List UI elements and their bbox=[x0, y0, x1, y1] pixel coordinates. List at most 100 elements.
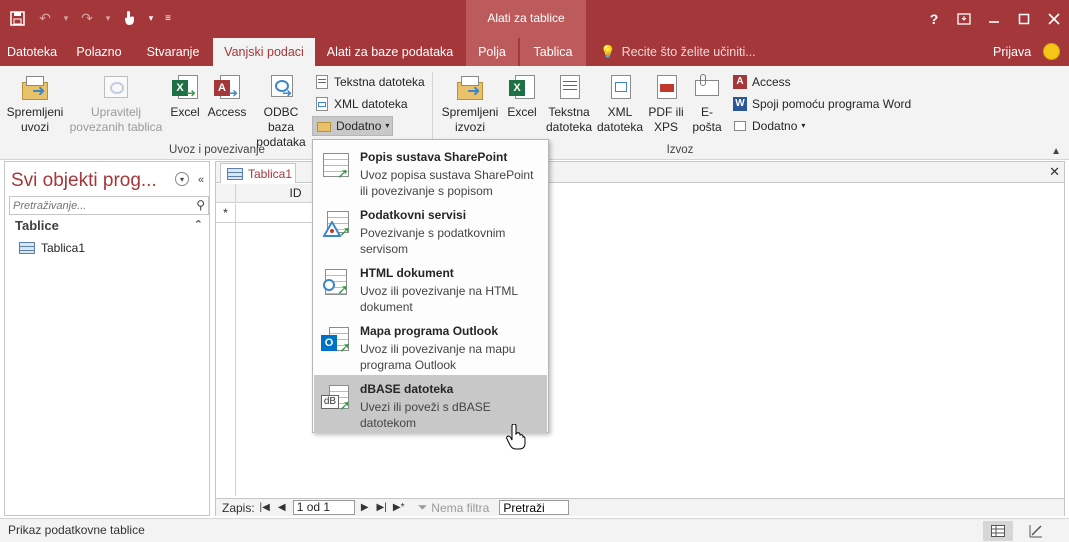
nav-menu-chevron-icon[interactable]: ▾ bbox=[175, 172, 189, 186]
row-selector-column bbox=[216, 223, 236, 496]
tab-fields[interactable]: Polja bbox=[466, 38, 518, 66]
export-pdf-label: PDF ili XPS bbox=[648, 105, 684, 134]
export-text-file-button[interactable]: Tekstna datoteka bbox=[544, 72, 594, 135]
ribbon-display-options-button[interactable] bbox=[949, 0, 979, 38]
excel-icon: X ➜ bbox=[170, 72, 200, 102]
collapse-group-icon[interactable]: ⌃ bbox=[194, 218, 203, 231]
text-file-icon bbox=[314, 74, 330, 90]
tab-database-tools[interactable]: Alati za baze podataka bbox=[318, 38, 462, 66]
navigation-search-input[interactable] bbox=[10, 197, 186, 214]
status-text: Prikaz podatkovne tablice bbox=[8, 523, 145, 537]
redo-icon[interactable]: ↷ bbox=[76, 8, 98, 28]
pdf-icon bbox=[651, 72, 681, 102]
touch-mode-icon[interactable] bbox=[118, 8, 140, 28]
export-email-label: E-pošta bbox=[692, 105, 722, 134]
undo-icon[interactable]: ↶ bbox=[34, 8, 56, 28]
collapse-pane-icon[interactable]: « bbox=[193, 172, 209, 188]
menu-item-data-services[interactable]: ➚ Podatkovni servisi Povezivanje s podat… bbox=[314, 201, 547, 259]
close-button[interactable] bbox=[1039, 0, 1069, 38]
help-button[interactable]: ? bbox=[919, 0, 949, 38]
nav-group-tables[interactable]: Tablice ⌃ bbox=[15, 218, 205, 236]
saved-exports-icon: ➜ bbox=[455, 72, 485, 102]
export-xml-button[interactable]: XML datoteka bbox=[596, 72, 644, 135]
quick-access-toolbar: ↶ ▾ ↷ ▾ ▾ ≡ bbox=[6, 8, 174, 28]
close-document-icon[interactable]: ✕ bbox=[1049, 164, 1060, 180]
touch-dropdown-icon[interactable]: ▾ bbox=[146, 8, 156, 28]
import-group-label: Uvoz i povezivanje bbox=[169, 144, 265, 156]
undo-dropdown-icon[interactable]: ▾ bbox=[62, 8, 70, 28]
menu-item-title: Popis sustava SharePoint bbox=[360, 150, 508, 164]
table-icon bbox=[227, 167, 243, 180]
first-record-icon[interactable]: |◀ bbox=[258, 502, 272, 513]
nav-item-table[interactable]: Tablica1 bbox=[19, 240, 85, 256]
tab-home[interactable]: Polazno bbox=[66, 38, 132, 66]
feedback-smiley-icon[interactable] bbox=[1043, 43, 1060, 60]
export-xml-icon bbox=[605, 72, 635, 102]
collapse-ribbon-icon[interactable]: ▲ bbox=[1051, 146, 1061, 157]
menu-item-sharepoint-list[interactable]: ➚ Popis sustava SharePoint Uvoz popisa s… bbox=[314, 143, 547, 201]
ribbon-tabs: Datoteka Polazno Stvaranje Vanjski podac… bbox=[0, 38, 1069, 66]
filter-indicator[interactable]: ⏷ Nema filtra bbox=[418, 500, 490, 515]
hand-cursor-icon bbox=[506, 424, 526, 450]
tell-me-box[interactable]: 💡 Recite što želite učiniti... bbox=[600, 38, 756, 66]
linked-table-manager-button[interactable]: Upravitelj povezanih tablica bbox=[66, 72, 166, 135]
import-xml-file-label: XML datoteka bbox=[334, 97, 408, 111]
table-icon bbox=[19, 242, 35, 254]
tab-file[interactable]: Datoteka bbox=[0, 38, 64, 66]
import-access-button[interactable]: A ➜ Access bbox=[206, 72, 248, 120]
new-row-selector[interactable]: * bbox=[216, 204, 236, 223]
design-view-button[interactable] bbox=[1021, 521, 1051, 541]
export-text-icon bbox=[554, 72, 584, 102]
menu-item-title: HTML dokument bbox=[360, 266, 454, 280]
saved-exports-label: Spremljeni izvozi bbox=[441, 105, 499, 134]
tab-table[interactable]: Tablica bbox=[520, 38, 586, 66]
document-tab[interactable]: Tablica1 bbox=[220, 163, 296, 183]
document-tab-label: Tablica1 bbox=[248, 166, 293, 181]
saved-imports-button[interactable]: ➜ Spremljeni uvozi bbox=[4, 72, 66, 135]
menu-item-outlook-folder[interactable]: O ➚ Mapa programa Outlook Uvoz ili povez… bbox=[314, 317, 547, 375]
import-text-file-button[interactable]: Tekstna datoteka bbox=[314, 72, 425, 92]
tab-create[interactable]: Stvaranje bbox=[136, 38, 210, 66]
import-xml-file-button[interactable]: XML datoteka bbox=[314, 94, 408, 114]
navigation-pane-title[interactable]: Svi objekti prog... bbox=[11, 170, 157, 192]
import-access-label: Access bbox=[207, 105, 247, 119]
previous-record-icon[interactable]: ◀ bbox=[275, 502, 289, 513]
customize-icon[interactable]: ≡ bbox=[162, 8, 174, 28]
word-merge-button[interactable]: W Spoji pomoću programa Word bbox=[732, 94, 911, 114]
saved-exports-button[interactable]: ➜ Spremljeni izvozi bbox=[438, 72, 502, 135]
menu-item-html-document[interactable]: ➚ HTML dokument Uvoz ili povezivanje na … bbox=[314, 259, 547, 317]
export-xml-label: XML datoteka bbox=[596, 105, 644, 134]
search-icon[interactable]: ⚲ bbox=[196, 198, 205, 212]
import-odbc-button[interactable]: ➜ ODBC baza podataka bbox=[250, 72, 312, 150]
export-excel-button[interactable]: X Excel bbox=[504, 72, 540, 120]
tab-external-data[interactable]: Vanjski podaci bbox=[213, 38, 315, 66]
redo-dropdown-icon[interactable]: ▾ bbox=[104, 8, 112, 28]
contextual-title: Alati za tablice bbox=[466, 0, 586, 38]
minimize-button[interactable] bbox=[979, 0, 1009, 38]
sign-in-link[interactable]: Prijava bbox=[993, 38, 1031, 66]
maximize-button[interactable] bbox=[1009, 0, 1039, 38]
import-excel-button[interactable]: X ➜ Excel bbox=[168, 72, 202, 120]
new-record-icon[interactable]: ▶* bbox=[392, 502, 406, 513]
record-search-input[interactable] bbox=[499, 500, 570, 515]
save-icon[interactable] bbox=[6, 8, 28, 28]
export-access-button[interactable]: A Access bbox=[732, 72, 791, 92]
export-more-button[interactable]: Dodatno ▾ bbox=[732, 116, 805, 136]
export-pdf-button[interactable]: PDF ili XPS bbox=[646, 72, 686, 135]
lightbulb-icon: 💡 bbox=[600, 45, 616, 59]
select-all-corner[interactable] bbox=[216, 184, 236, 203]
export-more-label: Dodatno bbox=[752, 119, 798, 133]
dbase-file-icon: dB ➚ bbox=[321, 383, 353, 417]
import-more-button[interactable]: Dodatno ▾ bbox=[312, 116, 394, 136]
export-email-button[interactable]: E-pošta bbox=[688, 72, 726, 135]
menu-item-title: Podatkovni servisi bbox=[360, 208, 467, 222]
access-icon: A ➜ bbox=[212, 72, 242, 102]
nav-item-label: Tablica1 bbox=[41, 241, 86, 255]
saved-imports-icon: ➜ bbox=[20, 72, 50, 102]
html-document-icon: ➚ bbox=[321, 267, 353, 301]
last-record-icon[interactable]: ▶| bbox=[375, 502, 389, 513]
next-record-icon[interactable]: ▶ bbox=[358, 502, 372, 513]
datasheet-view-button[interactable] bbox=[983, 521, 1013, 541]
current-record-field[interactable]: 1 od 1 bbox=[292, 500, 355, 515]
funnel-icon: ⏷ bbox=[417, 500, 428, 514]
